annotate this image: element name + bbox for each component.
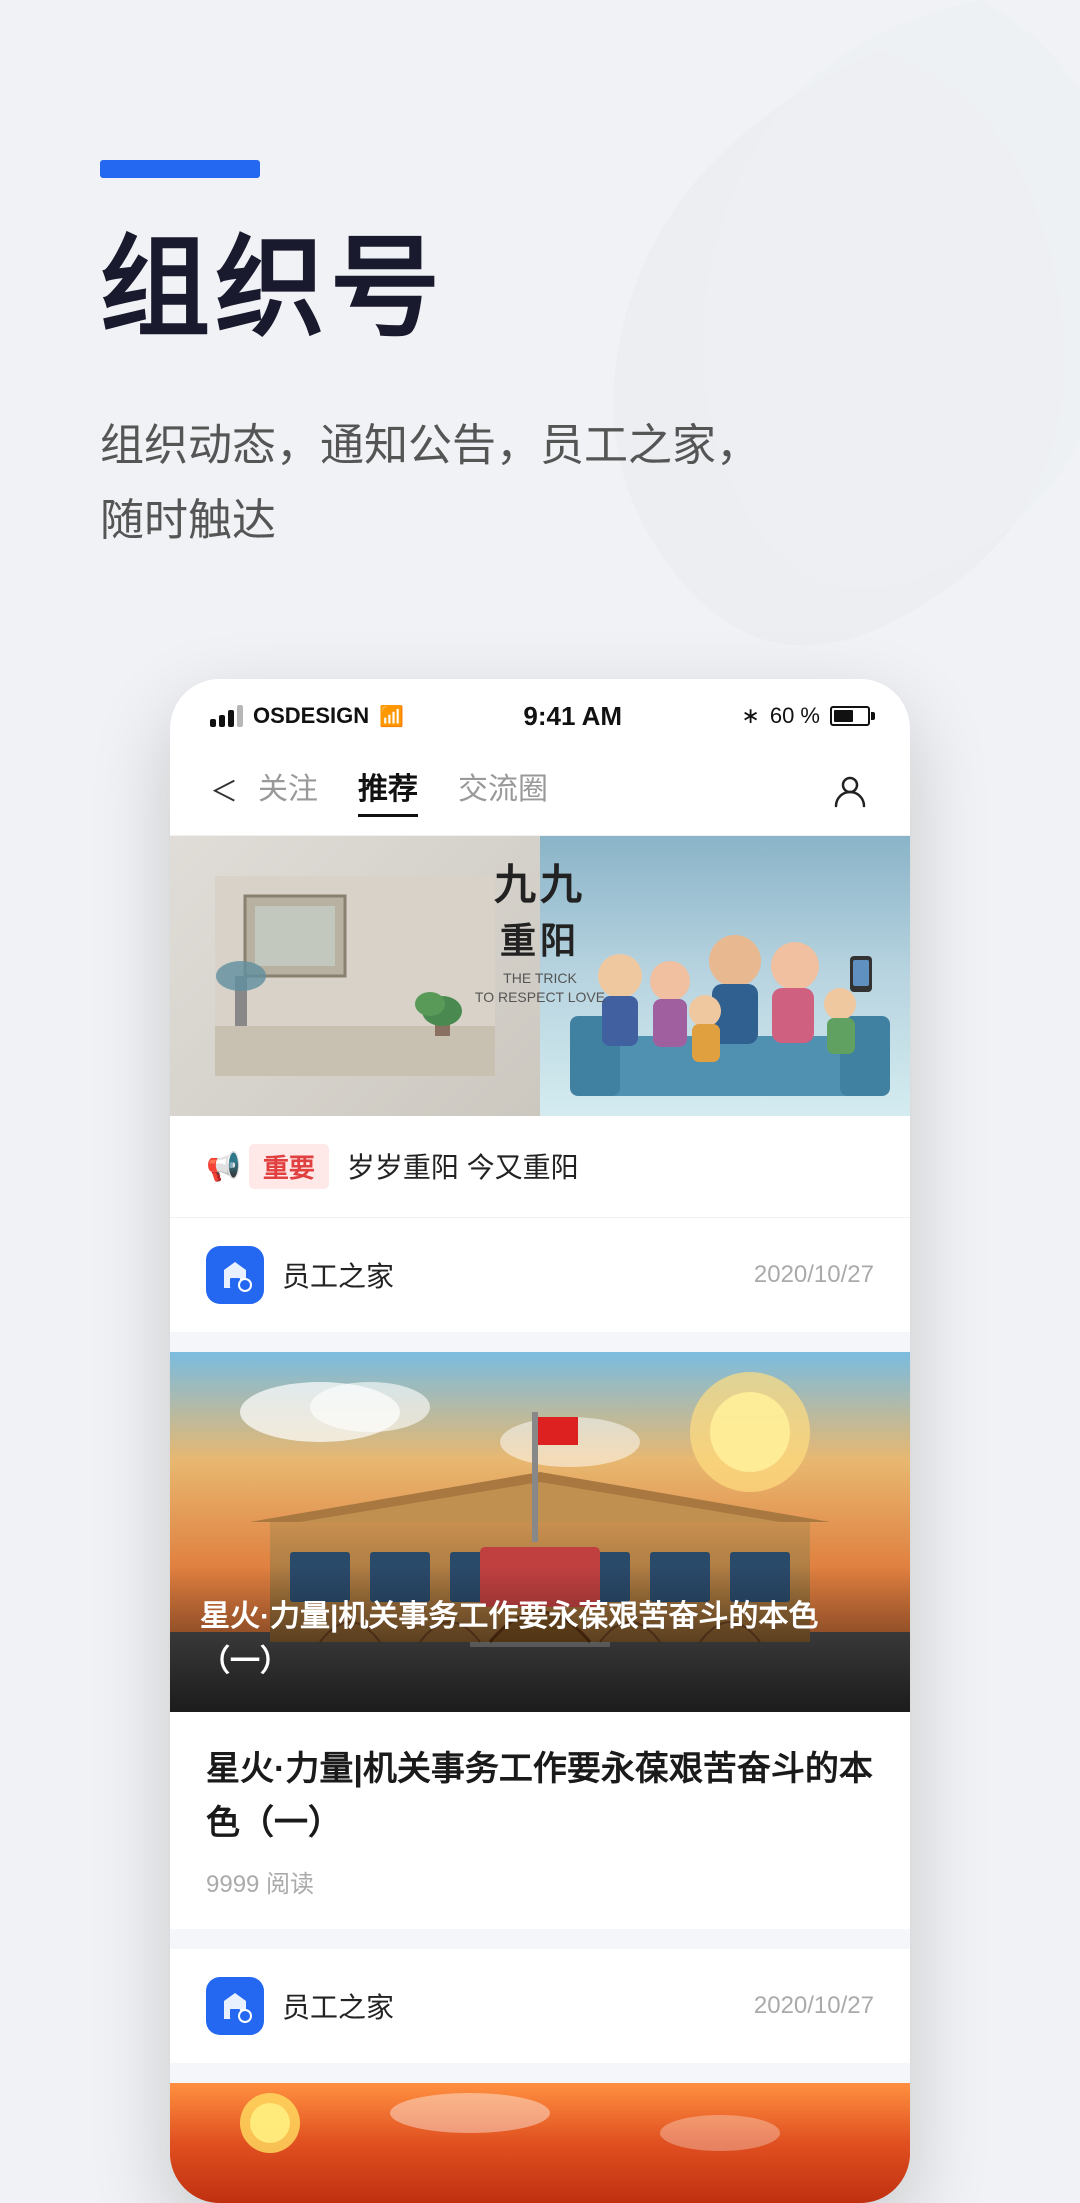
status-time: 9:41 AM <box>523 701 622 732</box>
banner-right-panel: 九九 重阳 THE TRICKTO RESPECT LOVE <box>540 836 910 1116</box>
bottom-card[interactable] <box>170 2083 910 2203</box>
status-bar: OSDESIGN 📶 9:41 AM ∗ 60 % <box>170 679 910 746</box>
status-left: OSDESIGN 📶 <box>210 703 404 729</box>
author-avatar-first <box>206 1246 264 1304</box>
author-avatar-second <box>206 1977 264 2035</box>
cover-title: 星火·力量|机关事务工作要永葆艰苦奋斗的本色（一） <box>200 1594 880 1684</box>
phone-mockup: OSDESIGN 📶 9:41 AM ∗ 60 % ＜ 关注 推荐 交流圈 <box>170 679 910 2203</box>
speaker-icon: 📢 <box>206 1150 241 1183</box>
article-date-first: 2020/10/27 <box>754 1261 874 1289</box>
subtitle: 组织动态，通知公告，员工之家， 随时触达 <box>100 409 980 559</box>
bluetooth-icon: ∗ <box>741 703 759 729</box>
feed: 九九 重阳 THE TRICKTO RESPECT LOVE <box>170 836 910 2203</box>
article-card-second[interactable]: 星火·力量|机关事务工作要永葆艰苦奋斗的本色（一） 星火·力量|机关事务工作要永… <box>170 1352 910 2064</box>
article-body-second: 星火·力量|机关事务工作要永葆艰苦奋斗的本色（一） 9999 阅读 <box>170 1712 910 1930</box>
author-info-first: 员工之家 <box>206 1246 394 1304</box>
carrier-label: OSDESIGN <box>253 703 369 729</box>
page-title: 组织号 <box>100 228 980 349</box>
article-meta-first: 员工之家 2020/10/27 <box>170 1218 910 1332</box>
tab-community[interactable]: 交流圈 <box>458 764 548 817</box>
tab-recommend[interactable]: 推荐 <box>358 764 418 817</box>
tab-follow[interactable]: 关注 <box>258 764 318 817</box>
wifi-icon: 📶 <box>379 704 404 729</box>
announcement-text-row: 📢 重要 岁岁重阳 今又重阳 <box>170 1116 910 1218</box>
battery-percent-label: 60 % <box>770 703 820 729</box>
user-icon-button[interactable] <box>830 770 870 810</box>
banner-content: 九九 重阳 THE TRICKTO RESPECT LOVE <box>170 836 910 1116</box>
cover-overlay-text: 星火·力量|机关事务工作要永葆艰苦奋斗的本色（一） <box>170 1566 910 1712</box>
tiananmen-bg: 星火·力量|机关事务工作要永葆艰苦奋斗的本色（一） <box>170 1352 910 1712</box>
banner-image: 九九 重阳 THE TRICKTO RESPECT LOVE <box>170 836 910 1116</box>
important-label: 重要 <box>249 1144 329 1189</box>
article-stats-second: 9999 阅读 <box>206 1864 874 1899</box>
nav-tabs: 关注 推荐 交流圈 <box>258 764 830 817</box>
battery-icon <box>830 706 870 726</box>
nav-bar: ＜ 关注 推荐 交流圈 <box>170 746 910 836</box>
blue-accent-bar <box>100 160 260 178</box>
article-date-second: 2020/10/27 <box>754 1992 874 2020</box>
bottom-article-cover <box>170 2083 910 2203</box>
author-name-second: 员工之家 <box>282 1986 394 2026</box>
important-badge: 📢 重要 <box>206 1144 329 1189</box>
author-name-first: 员工之家 <box>282 1255 394 1295</box>
announcement-title: 岁岁重阳 今又重阳 <box>347 1146 579 1186</box>
top-section: 组织号 组织动态，通知公告，员工之家， 随时触达 <box>0 0 1080 639</box>
article-cover-second: 星火·力量|机关事务工作要永葆艰苦奋斗的本色（一） <box>170 1352 910 1712</box>
separator <box>170 1929 910 1949</box>
back-button[interactable]: ＜ <box>210 770 238 810</box>
battery-fill <box>834 710 853 722</box>
author-info-second: 员工之家 <box>206 1977 394 2035</box>
phone-mockup-wrapper: OSDESIGN 📶 9:41 AM ∗ 60 % ＜ 关注 推荐 交流圈 <box>0 679 1080 2203</box>
announcement-card[interactable]: 九九 重阳 THE TRICKTO RESPECT LOVE <box>170 836 910 1332</box>
status-right: ∗ 60 % <box>741 703 870 729</box>
article-title-second: 星火·力量|机关事务工作要永葆艰苦奋斗的本色（一） <box>206 1742 874 1851</box>
signal-icon <box>210 705 243 727</box>
article-meta-second: 员工之家 2020/10/27 <box>170 1949 910 2063</box>
